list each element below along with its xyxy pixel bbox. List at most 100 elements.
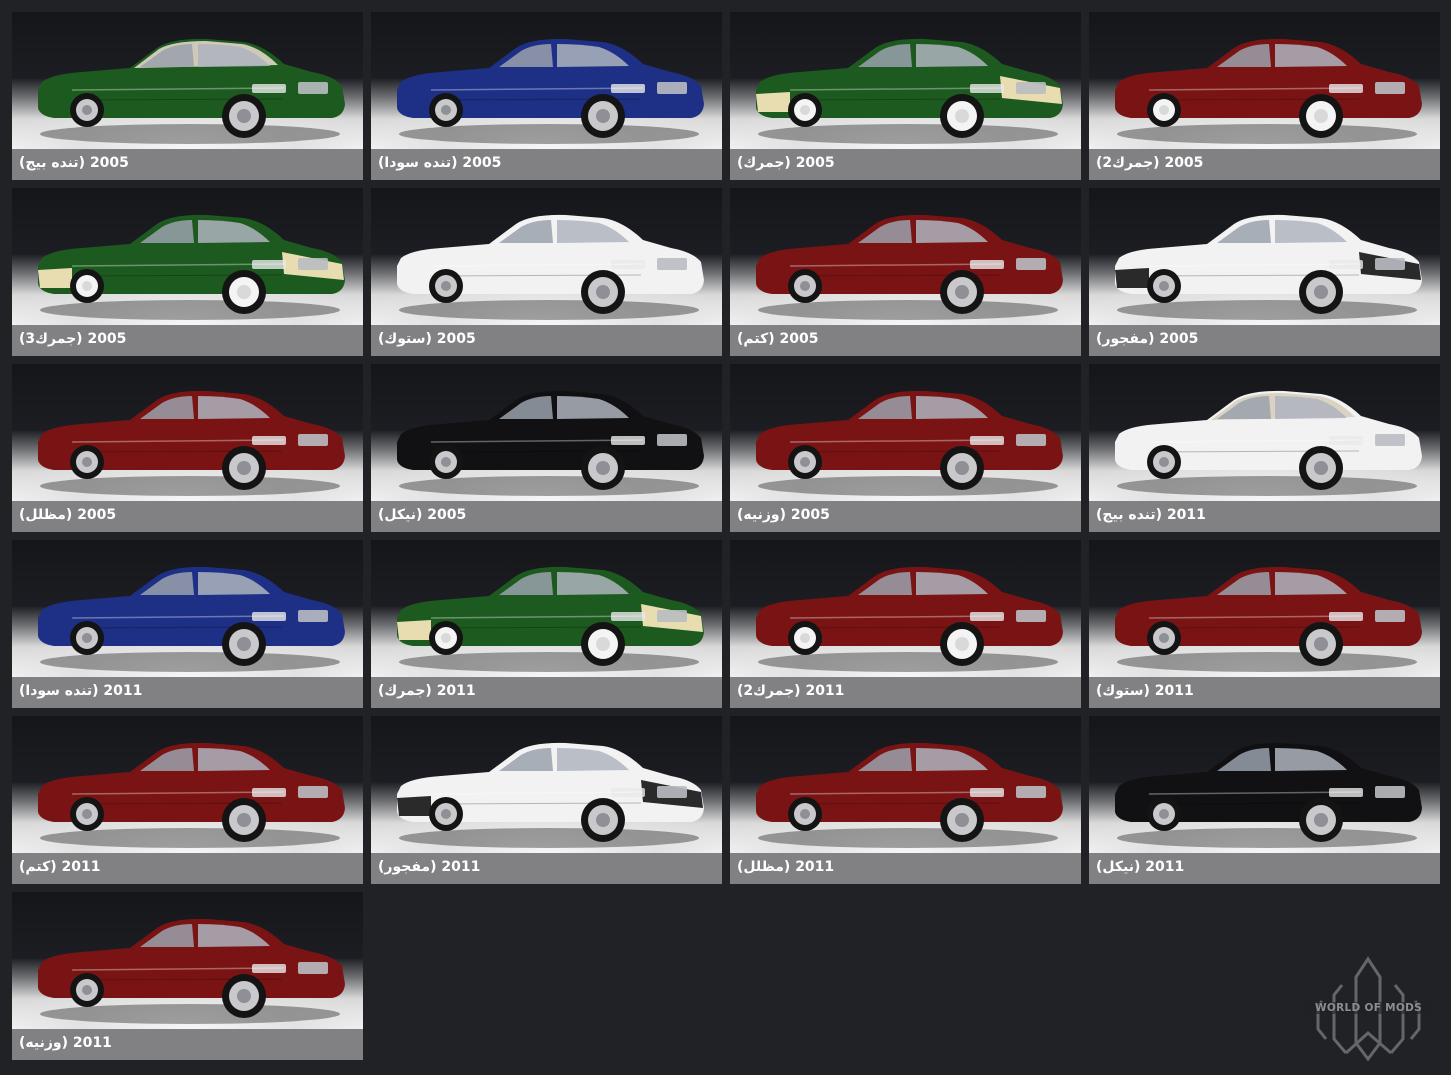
gallery-tile[interactable]: 2005 (تنده سودا): [371, 12, 722, 180]
sedan-car-icon: [38, 214, 345, 320]
gallery-tile[interactable]: 2011 (مفجور): [371, 716, 722, 884]
tile-caption: 2011 (كتم): [19, 859, 101, 875]
tile-caption: 2011 (مفجور): [378, 859, 481, 875]
gallery-tile[interactable]: 2011 (جمرك2): [730, 540, 1081, 708]
sedan-car-icon: [397, 390, 704, 496]
sedan-car-icon: [1115, 566, 1422, 672]
caption-bar: 2011 (تنده سودا): [12, 677, 363, 708]
caption-bar: 2005 (وزنيه): [730, 501, 1081, 532]
caption-bar: 2011 (جمرك2): [730, 677, 1081, 708]
tile-caption: 2005 (كتم): [737, 331, 819, 347]
vehicle-thumbnail: [1089, 364, 1440, 501]
sedan-car-icon: [38, 742, 345, 848]
tile-caption: 2005 (تنده سودا): [378, 155, 502, 171]
tile-caption: 2011 (ستوك): [1096, 683, 1194, 699]
sedan-car-icon: [38, 390, 345, 496]
tile-caption: 2005 (ستوك): [378, 331, 476, 347]
vehicle-thumbnail: [730, 540, 1081, 677]
vehicle-thumbnail: [371, 716, 722, 853]
caption-bar: 2011 (جمرك): [371, 677, 722, 708]
sedan-car-icon: [38, 918, 345, 1024]
tile-caption: 2005 (مظلل): [19, 507, 117, 523]
sedan-car-icon: [1115, 214, 1422, 320]
caption-bar: 2011 (مظلل): [730, 853, 1081, 884]
sedan-car-icon: [756, 566, 1063, 672]
gallery-tile[interactable]: 2011 (جمرك): [371, 540, 722, 708]
caption-bar: 2005 (جمرك): [730, 149, 1081, 180]
vehicle-thumbnail: [730, 716, 1081, 853]
tile-caption: 2005 (مفجور): [1096, 331, 1199, 347]
caption-bar: 2011 (تنده بيج): [1089, 501, 1440, 532]
gallery-tile[interactable]: 2011 (وزنيه): [12, 892, 363, 1060]
gallery-tile[interactable]: 2005 (نيكل): [371, 364, 722, 532]
gallery-tile[interactable]: 2005 (جمرك3): [12, 188, 363, 356]
sedan-car-icon: [756, 742, 1063, 848]
gallery-tile[interactable]: 2011 (مظلل): [730, 716, 1081, 884]
vehicle-thumbnail: [730, 364, 1081, 501]
sedan-car-icon: [756, 390, 1063, 496]
vehicle-thumbnail: [371, 364, 722, 501]
caption-bar: 2005 (كتم): [730, 325, 1081, 356]
caption-bar: 2005 (جمرك3): [12, 325, 363, 356]
tile-caption: 2011 (مظلل): [737, 859, 835, 875]
caption-bar: 2005 (ستوك): [371, 325, 722, 356]
gallery-tile[interactable]: 2011 (تنده سودا): [12, 540, 363, 708]
vehicle-thumbnail: [12, 716, 363, 853]
vehicle-thumbnail: [12, 540, 363, 677]
vehicle-thumbnail: [730, 12, 1081, 149]
sedan-car-icon: [397, 214, 704, 320]
tile-caption: 2011 (نيكل): [1096, 859, 1185, 875]
vehicle-thumbnail: [371, 12, 722, 149]
tile-caption: 2011 (جمرك2): [737, 683, 845, 699]
vehicle-thumbnail: [371, 540, 722, 677]
gallery-tile[interactable]: 2005 (مظلل): [12, 364, 363, 532]
vehicle-thumbnail: [12, 892, 363, 1029]
vehicle-thumbnail: [1089, 12, 1440, 149]
gallery-tile[interactable]: 2005 (مفجور): [1089, 188, 1440, 356]
tile-caption: 2011 (تنده بيج): [1096, 507, 1206, 523]
tile-caption: 2011 (وزنيه): [19, 1035, 112, 1051]
caption-bar: 2011 (وزنيه): [12, 1029, 363, 1060]
gallery-tile[interactable]: 2011 (ستوك): [1089, 540, 1440, 708]
vehicle-thumbnail: [1089, 716, 1440, 853]
caption-bar: 2005 (مفجور): [1089, 325, 1440, 356]
tile-caption: 2005 (جمرك3): [19, 331, 127, 347]
vehicle-thumbnail: [1089, 188, 1440, 325]
tile-caption: 2005 (جمرك): [737, 155, 835, 171]
sedan-car-icon: [38, 38, 345, 144]
tile-caption: 2011 (تنده سودا): [19, 683, 143, 699]
caption-bar: 2011 (ستوك): [1089, 677, 1440, 708]
gallery-tile[interactable]: 2005 (جمرك): [730, 12, 1081, 180]
sedan-car-icon: [1115, 38, 1422, 144]
vehicle-thumbnail: [730, 188, 1081, 325]
vehicle-skin-gallery: 2005 (تنده بيج) 2005 (تنده سودا) 2005 (ج…: [0, 0, 1451, 1075]
tile-caption: 2005 (وزنيه): [737, 507, 830, 523]
vehicle-thumbnail: [12, 12, 363, 149]
sedan-car-icon: [397, 742, 704, 848]
sedan-car-icon: [38, 566, 345, 672]
gallery-tile[interactable]: 2005 (تنده بيج): [12, 12, 363, 180]
caption-bar: 2011 (نيكل): [1089, 853, 1440, 884]
gallery-tile[interactable]: 2011 (كتم): [12, 716, 363, 884]
vehicle-thumbnail: [1089, 540, 1440, 677]
gallery-tile[interactable]: 2011 (تنده بيج): [1089, 364, 1440, 532]
sedan-car-icon: [397, 38, 704, 144]
gallery-tile[interactable]: 2011 (نيكل): [1089, 716, 1440, 884]
gallery-tile[interactable]: 2005 (كتم): [730, 188, 1081, 356]
caption-bar: 2005 (تنده سودا): [371, 149, 722, 180]
caption-bar: 2005 (جمرك2): [1089, 149, 1440, 180]
tile-caption: 2005 (تنده بيج): [19, 155, 129, 171]
gallery-tile[interactable]: 2005 (ستوك): [371, 188, 722, 356]
gallery-tile[interactable]: 2005 (وزنيه): [730, 364, 1081, 532]
tile-caption: 2005 (جمرك2): [1096, 155, 1204, 171]
caption-bar: 2005 (مظلل): [12, 501, 363, 532]
gallery-tile[interactable]: 2005 (جمرك2): [1089, 12, 1440, 180]
sedan-car-icon: [756, 38, 1063, 144]
caption-bar: 2005 (تنده بيج): [12, 149, 363, 180]
caption-bar: 2011 (كتم): [12, 853, 363, 884]
vehicle-thumbnail: [12, 188, 363, 325]
tile-caption: 2011 (جمرك): [378, 683, 476, 699]
sedan-car-icon: [1115, 742, 1422, 848]
watermark-label: WORLD OF MODS: [1306, 1002, 1431, 1014]
sedan-car-icon: [756, 214, 1063, 320]
